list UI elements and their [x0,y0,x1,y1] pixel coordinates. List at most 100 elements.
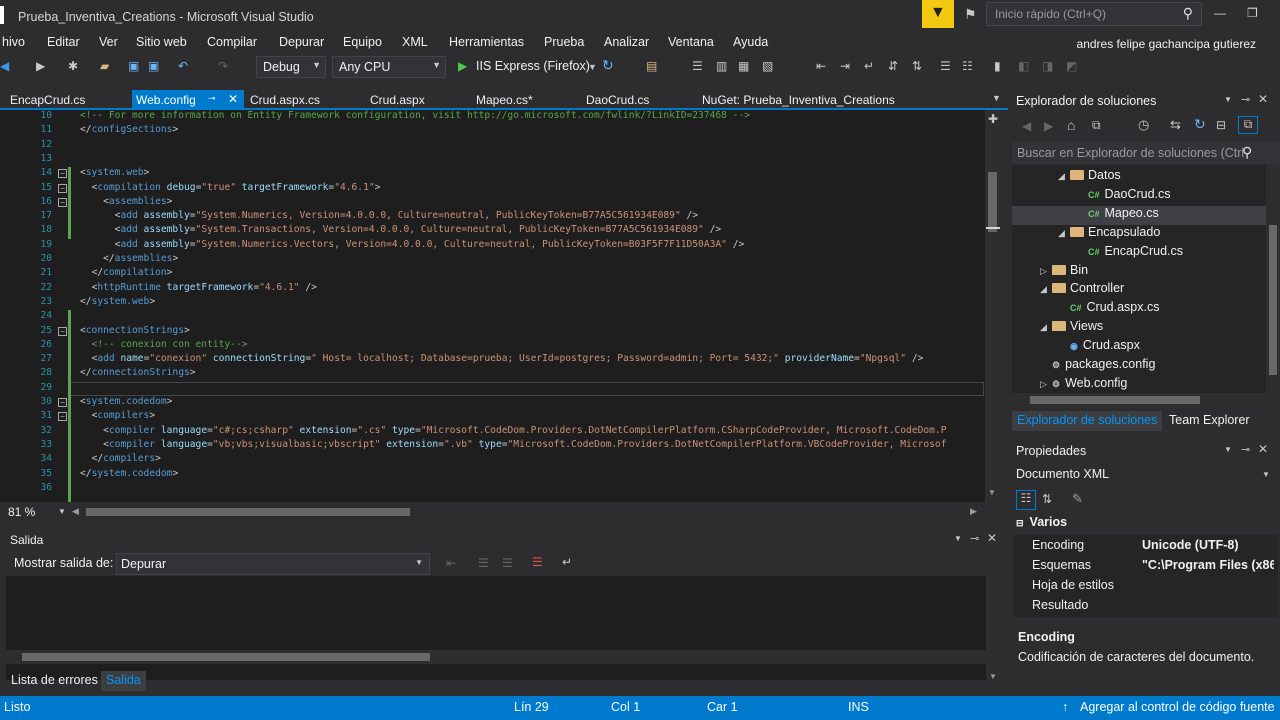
output-text-area[interactable] [6,576,986,680]
tab-crud-aspx-cs[interactable]: Crud.aspx.cs [246,90,358,110]
scroll-left-icon[interactable]: ◀ [72,506,79,517]
horizontal-scroll-thumb[interactable] [1030,396,1200,404]
editor-vertical-scrollbar[interactable]: ✚ ▼ [985,110,1000,502]
menu-file[interactable]: hivo [2,35,25,49]
menu-website[interactable]: Sitio web [136,35,187,49]
fold-toggle-icon[interactable]: − [58,412,67,422]
code-line[interactable]: 13 [0,153,985,167]
code-line[interactable]: 26 <!-- conexion con entity--> [0,339,985,353]
find-message-icon[interactable]: ⇤ [446,556,456,570]
add-to-source-control-button[interactable]: Agregar al control de código fuente [1080,700,1275,714]
tab-overflow-icon[interactable]: ▼ [992,93,1001,103]
menu-analyze[interactable]: Analizar [604,35,649,49]
fold-toggle-icon[interactable]: − [58,398,67,407]
uncomment-icon[interactable]: ▧ [762,59,773,73]
tab-mapeo-cs[interactable]: Mapeo.cs* [472,90,572,110]
quick-launch-input[interactable]: Inicio rápido (Ctrl+Q) ⚲ [986,2,1202,26]
output-vertical-scrollbar[interactable]: ▼ [986,576,1000,681]
tree-node[interactable]: ◢ Datos [1012,168,1266,187]
bookmark-icon[interactable]: ▮ [994,59,1001,73]
tree-node[interactable]: C# DaoCrud.cs [1012,187,1266,206]
tab-daocrud-cs[interactable]: DaoCrud.cs [582,90,682,110]
zoom-level[interactable]: 81 % [8,505,35,519]
category-header[interactable]: ⊟ Varios [1016,515,1067,529]
refresh-icon[interactable]: ↻ [1194,116,1206,133]
tab-crud-aspx[interactable]: Crud.aspx [366,90,466,110]
chevron-down-icon[interactable]: ▼ [1224,95,1232,104]
property-row[interactable]: Esquemas "C:\Program Files (x86) [1014,555,1278,575]
code-line[interactable]: 24 [0,310,985,324]
code-line[interactable]: 36 [0,482,985,496]
list-icon[interactable]: ☰ [940,59,951,73]
code-line[interactable]: 28 </connectionStrings> [0,367,985,381]
horizontal-scroll-thumb[interactable] [22,653,430,661]
tree-node[interactable]: ◢ Views [1012,319,1266,338]
tab-team-explorer[interactable]: Team Explorer [1164,411,1255,431]
tree-node[interactable]: C# Crud.aspx.cs [1012,300,1266,319]
tree-node[interactable]: ◢ Controller [1012,281,1266,300]
expand-arrow-icon[interactable]: ▷ [1040,379,1052,390]
scroll-right-icon[interactable]: ▶ [970,506,977,517]
refresh-browser-icon[interactable]: ↻ [602,57,614,74]
maximize-button[interactable]: ❐ [1247,6,1258,20]
pin-icon[interactable]: ⊸ [1241,93,1250,106]
split-icon[interactable]: ⇵ [888,59,898,73]
tree-node[interactable]: ▷ Bin [1012,263,1266,282]
tab-solution-explorer[interactable]: Explorador de soluciones [1012,411,1163,431]
code-line[interactable]: 12 [0,139,985,153]
menu-window[interactable]: Ventana [668,35,714,49]
scroll-down-icon[interactable]: ▼ [988,488,996,497]
home-icon[interactable]: ⌂ [1067,117,1075,133]
code-editor[interactable]: 10 <!-- For more information on Entity Fr… [0,110,1000,502]
toggle-wrap-icon[interactable]: ↵ [864,59,874,73]
platform-select[interactable]: Any CPU ▼ [332,56,446,78]
code-line[interactable]: 19 <add assembly="System.Numerics.Vector… [0,239,985,253]
menu-debug[interactable]: Depurar [279,35,324,49]
tree-node[interactable]: ⚙ packages.config [1012,357,1266,376]
tree-horizontal-scrollbar[interactable] [1012,393,1266,407]
categorized-icon[interactable]: ☷ [1016,490,1036,510]
next-bookmark-icon[interactable]: ◨ [1042,59,1053,73]
forward-icon[interactable]: ▶ [36,59,45,73]
fold-toggle-icon[interactable]: − [58,326,67,336]
collapse-all-icon[interactable]: ⊟ [1216,118,1226,132]
expand-arrow-icon[interactable]: ▷ [1040,266,1052,277]
chevron-down-icon[interactable]: ▼ [58,507,66,516]
alphabetical-icon[interactable]: ⇅ [1042,492,1052,506]
document-outline-icon[interactable]: ▥ [716,59,727,73]
browser-link-icon[interactable]: ▤ [646,59,657,73]
tab-encapcrud-cs[interactable]: EncapCrud.cs [6,90,126,110]
tree-node[interactable]: ◢ Encapsulado [1012,225,1266,244]
code-line[interactable]: 15− <compilation debug="true" targetFram… [0,182,985,196]
horizontal-scroll-thumb[interactable] [86,508,410,516]
code-line[interactable]: 25− <connectionStrings> [0,325,985,339]
code-line[interactable]: 27 <add name="conexion" connectionString… [0,353,985,367]
next-bookmark-in-folder-icon[interactable]: ◩ [1066,59,1077,73]
code-line[interactable]: 17 <add assembly="System.Numerics, Versi… [0,210,985,224]
pin-icon[interactable]: ⊸ [1241,443,1250,456]
chevron-down-icon[interactable]: ▼ [1224,445,1232,454]
menu-build[interactable]: Compilar [207,35,257,49]
format-icon[interactable]: ☰ [692,59,703,73]
redo-icon[interactable]: ↷ [218,59,228,73]
indent-icon[interactable]: ⇤ [816,59,826,73]
menu-xml[interactable]: XML [402,35,428,49]
feedback-filter-button[interactable]: ▼ [922,0,954,28]
code-line[interactable]: 30− <system.codedom> [0,396,985,410]
chevron-down-icon[interactable]: ▼ [954,534,962,543]
output-horizontal-scrollbar[interactable] [6,650,986,664]
sort-icon[interactable]: ⇅ [912,59,922,73]
prev-bookmark-icon[interactable]: ◧ [1018,59,1029,73]
user-name[interactable]: andres felipe gachancipa gutierez [1077,37,1256,51]
switch-views-icon[interactable]: ⧉ [1092,118,1101,133]
close-icon[interactable]: ✕ [987,531,997,545]
solution-search-input[interactable]: Buscar en Explorador de soluciones (Ctrl… [1012,142,1280,164]
property-row[interactable]: Resultado [1014,595,1278,615]
menu-edit[interactable]: Editar [47,35,80,49]
code-line[interactable]: 31− <compilers> [0,410,985,424]
menu-team[interactable]: Equipo [343,35,382,49]
code-line[interactable]: 18 <add assembly="System.Transactions, V… [0,224,985,238]
back-icon[interactable]: ◀ [1022,119,1031,133]
code-line[interactable]: 22 <httpRuntime targetFramework="4.6.1" … [0,282,985,296]
save-icon[interactable]: ▣ [128,59,139,73]
